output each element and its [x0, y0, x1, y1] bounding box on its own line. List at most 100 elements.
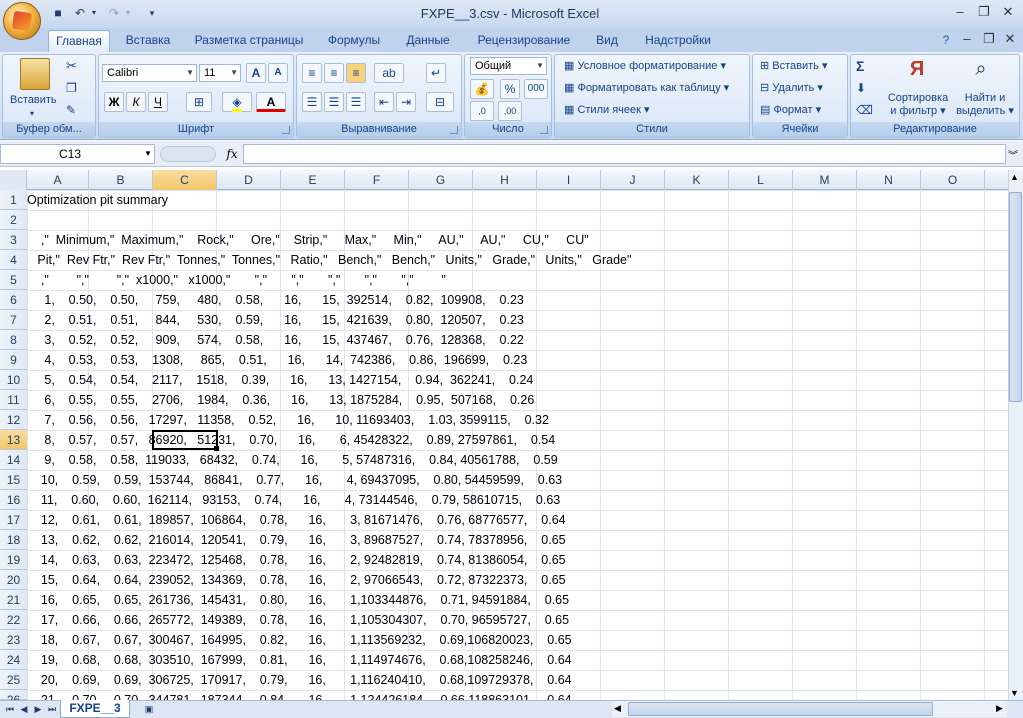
- shrink-font-button[interactable]: A: [268, 63, 288, 83]
- tab-data[interactable]: Данные: [400, 30, 456, 52]
- tab-formulas[interactable]: Формулы: [322, 30, 386, 52]
- row-header[interactable]: 10: [0, 370, 27, 390]
- row-header[interactable]: 6: [0, 290, 27, 310]
- row-header[interactable]: 5: [0, 270, 27, 290]
- name-box-dropdown-icon[interactable]: ▼: [144, 149, 152, 158]
- align-top-icon[interactable]: ≡: [302, 63, 322, 83]
- format-cells-button[interactable]: ▤ Формат ▾: [760, 102, 821, 118]
- font-launcher-icon[interactable]: [282, 126, 290, 134]
- paste-dropdown-icon[interactable]: ▾: [30, 106, 34, 122]
- binoculars-icon[interactable]: ⌕: [966, 58, 996, 90]
- cell-styles-button[interactable]: ▦ Стили ячеек ▾: [564, 102, 650, 118]
- tab-review[interactable]: Рецензирование: [470, 30, 578, 52]
- increase-decimal-button[interactable]: ,0: [470, 101, 494, 121]
- alignment-launcher-icon[interactable]: [450, 126, 458, 134]
- fill-color-button[interactable]: ◈: [222, 92, 252, 112]
- row-header[interactable]: 25: [0, 670, 27, 690]
- row-header[interactable]: 3: [0, 230, 27, 250]
- tab-home[interactable]: Главная: [48, 30, 110, 52]
- active-cell-c13[interactable]: [152, 430, 218, 450]
- insert-sheet-icon[interactable]: ▣: [140, 702, 158, 716]
- format-as-table-button[interactable]: ▦ Форматировать как таблицу ▾: [564, 80, 729, 96]
- sort-filter-icon[interactable]: Я: [902, 58, 932, 90]
- row-header[interactable]: 15: [0, 470, 27, 490]
- align-middle-icon[interactable]: ≡: [324, 63, 344, 83]
- tab-page-layout[interactable]: Разметка страницы: [190, 30, 308, 52]
- thousands-button[interactable]: 000: [524, 79, 548, 99]
- row-header[interactable]: 12: [0, 410, 27, 430]
- workbook-close-button[interactable]: ✕: [1001, 31, 1019, 47]
- find-select-button[interactable]: Найти и выделить ▾: [954, 92, 1016, 118]
- row-header[interactable]: 14: [0, 450, 27, 470]
- paste-icon[interactable]: [20, 58, 50, 90]
- insert-cells-button[interactable]: ⊞ Вставить ▾: [760, 58, 828, 74]
- undo-dropdown-icon[interactable]: ▾: [86, 5, 102, 21]
- column-header-b[interactable]: B: [89, 170, 153, 190]
- font-size-combo[interactable]: 11 ▼: [199, 64, 241, 82]
- tab-view[interactable]: Вид: [590, 30, 624, 52]
- row-header[interactable]: 7: [0, 310, 27, 330]
- column-header-f[interactable]: F: [345, 170, 409, 190]
- row-header[interactable]: 18: [0, 530, 27, 550]
- column-header-e[interactable]: E: [281, 170, 345, 190]
- row-header[interactable]: 13: [0, 430, 27, 450]
- redo-dropdown-icon[interactable]: ▾: [120, 5, 136, 21]
- row-header[interactable]: 17: [0, 510, 27, 530]
- decrease-indent-icon[interactable]: ⇤: [374, 92, 394, 112]
- restore-button[interactable]: ❐: [975, 4, 993, 20]
- cut-icon[interactable]: ✂: [66, 58, 77, 74]
- copy-icon[interactable]: ❐: [66, 80, 77, 96]
- wrap-text-icon[interactable]: ↵: [426, 63, 446, 83]
- font-color-button[interactable]: A: [256, 92, 286, 112]
- last-sheet-icon[interactable]: ⏭: [46, 702, 58, 716]
- borders-button[interactable]: ⊞: [186, 92, 212, 112]
- orientation-icon[interactable]: ab: [374, 63, 404, 83]
- row-header[interactable]: 20: [0, 570, 27, 590]
- workbook-minimize-button[interactable]: –: [958, 31, 976, 47]
- delete-cells-button[interactable]: ⊟ Удалить ▾: [760, 80, 823, 96]
- conditional-formatting-button[interactable]: ▦ Условное форматирование ▾: [564, 58, 726, 74]
- row-header[interactable]: 2: [0, 210, 27, 230]
- column-header-o[interactable]: O: [921, 170, 985, 190]
- number-format-combo[interactable]: Общий ▼: [470, 57, 547, 75]
- align-center-icon[interactable]: ☰: [324, 92, 344, 112]
- row-header[interactable]: 22: [0, 610, 27, 630]
- align-right-icon[interactable]: ☰: [346, 92, 366, 112]
- tab-addins[interactable]: Надстройки: [640, 30, 716, 52]
- increase-indent-icon[interactable]: ⇥: [396, 92, 416, 112]
- italic-button[interactable]: К: [126, 92, 146, 112]
- clear-icon[interactable]: ⌫: [856, 102, 873, 118]
- row-header[interactable]: 9: [0, 350, 27, 370]
- expand-formula-bar-icon[interactable]: ︾: [1008, 147, 1018, 162]
- insert-function-button[interactable]: fx: [222, 145, 242, 163]
- name-box[interactable]: C13: [0, 144, 155, 164]
- row-header[interactable]: 19: [0, 550, 27, 570]
- grow-font-button[interactable]: A: [246, 63, 266, 83]
- column-header-c[interactable]: C: [153, 170, 217, 190]
- select-all-button[interactable]: [0, 170, 27, 190]
- column-header-n[interactable]: N: [857, 170, 921, 190]
- column-header-k[interactable]: K: [665, 170, 729, 190]
- column-header-g[interactable]: G: [409, 170, 473, 190]
- format-painter-icon[interactable]: ✎: [66, 102, 76, 118]
- decrease-decimal-button[interactable]: ,00: [498, 101, 522, 121]
- formula-input[interactable]: [243, 144, 1006, 164]
- minimize-button[interactable]: –: [951, 4, 969, 20]
- row-header[interactable]: 8: [0, 330, 27, 350]
- next-sheet-icon[interactable]: ▶: [32, 702, 44, 716]
- close-button[interactable]: ✕: [999, 4, 1017, 20]
- align-bottom-icon[interactable]: ≡: [346, 63, 366, 83]
- bold-button[interactable]: Ж: [104, 92, 124, 112]
- column-header-l[interactable]: L: [729, 170, 793, 190]
- column-header-m[interactable]: M: [793, 170, 857, 190]
- column-header-a[interactable]: A: [27, 170, 89, 190]
- column-header-i[interactable]: I: [537, 170, 601, 190]
- align-left-icon[interactable]: ☰: [302, 92, 322, 112]
- merge-center-icon[interactable]: ⊟: [426, 92, 454, 112]
- row-header[interactable]: 1: [0, 190, 27, 210]
- tab-insert[interactable]: Вставка: [116, 30, 180, 52]
- save-icon[interactable]: ■: [50, 5, 66, 21]
- scroll-left-icon[interactable]: ◀: [614, 703, 621, 714]
- row-header[interactable]: 4: [0, 250, 27, 270]
- row-header[interactable]: 26: [0, 690, 27, 707]
